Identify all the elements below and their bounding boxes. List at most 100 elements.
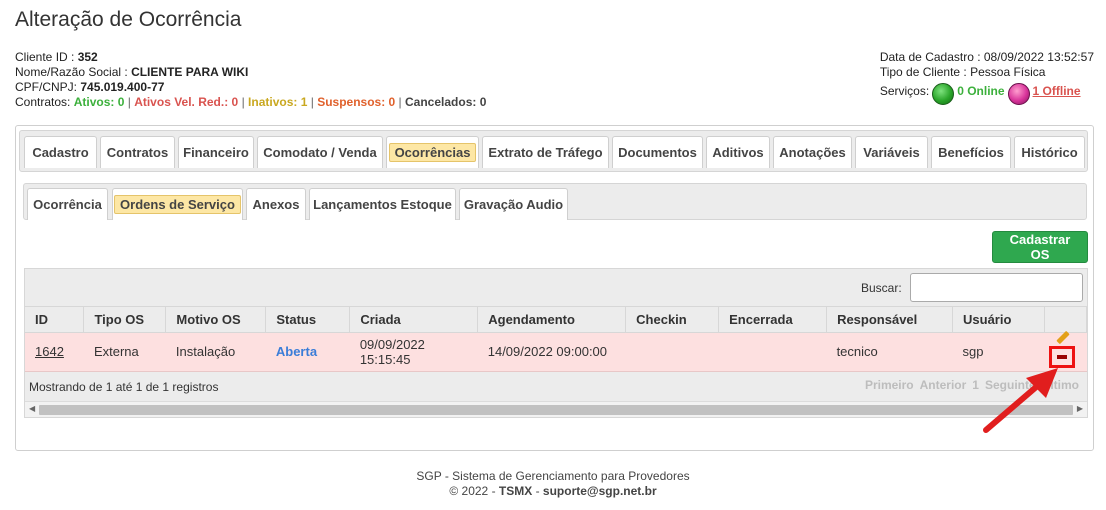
cadastrar-os-button[interactable]: Cadastrar OS [992, 231, 1088, 263]
client-name-value: CLIENTE PARA WIKI [131, 65, 249, 79]
tab-beneficios[interactable]: Benefícios [931, 136, 1011, 168]
tab-label: Cadastro [32, 145, 89, 160]
cell-usuario: sgp [952, 332, 1045, 372]
tab-label: Benefícios [938, 145, 1004, 160]
minus-icon [1057, 354, 1068, 359]
contracts-cancelados: Cancelados: 0 [405, 95, 487, 109]
client-id-value: 352 [77, 50, 98, 64]
status-badge: Aberta [275, 344, 318, 359]
contracts-row: Contratos: Ativos: 0 | Ativos Vel. Red.:… [15, 95, 486, 110]
cell-encerrada [718, 332, 827, 372]
os-id-link[interactable]: 1642 [35, 344, 64, 359]
cell-status: Aberta [265, 332, 350, 372]
subtab-label: Lançamentos Estoque [313, 197, 452, 212]
contracts-suspensos: Suspensos: 0 [317, 95, 396, 109]
services-offline-link[interactable]: 1 Offline [1033, 84, 1081, 99]
page-title: Alteração de Ocorrência [15, 8, 242, 31]
tab-documentos[interactable]: Documentos [612, 136, 703, 168]
tab-variaveis[interactable]: Variáveis [855, 136, 928, 168]
tab-aditivos[interactable]: Aditivos [706, 136, 770, 168]
col-header-agendamento[interactable]: Agendamento [477, 307, 627, 333]
footer-system-name: SGP - Sistema de Gerenciamento para Prov… [416, 469, 690, 483]
footer-email[interactable]: suporte@sgp.net.br [543, 484, 657, 498]
online-status-icon [932, 83, 955, 105]
tab-contratos[interactable]: Contratos [100, 136, 175, 168]
separator: | [307, 95, 318, 109]
pager-page-1[interactable]: 1 [972, 378, 979, 392]
contracts-ativos: Ativos: 0 [73, 95, 125, 109]
tab-label: Histórico [1021, 145, 1078, 160]
delete-button[interactable] [1049, 345, 1076, 368]
col-header-criada[interactable]: Criada [349, 307, 479, 333]
tab-extrato-trafego[interactable]: Extrato de Tráfego [482, 136, 609, 168]
contracts-ativos-vel: Ativos Vel. Red.: 0 [134, 95, 239, 109]
tab-label: Comodato / Venda [263, 145, 377, 160]
subtab-ordens-servico[interactable]: Ordens de Serviço [112, 188, 243, 220]
col-header-actions [1044, 307, 1088, 333]
tab-anotacoes[interactable]: Anotações [773, 136, 852, 168]
search-input[interactable] [910, 273, 1083, 302]
tipo-cliente: Tipo de Cliente : Pessoa Física [879, 65, 1046, 79]
contracts-label: Contratos: [15, 95, 74, 109]
cell-id: 1642 [25, 332, 84, 372]
col-header-usuario[interactable]: Usuário [952, 307, 1045, 333]
tab-label: Aditivos [712, 145, 764, 160]
client-id-row: Cliente ID : 352 [15, 50, 486, 65]
pager-next[interactable]: Seguinte [985, 378, 1036, 392]
tab-comodato-venda[interactable]: Comodato / Venda [257, 136, 383, 168]
services-row: Serviços: 0 Online 1 Offline [880, 80, 1094, 105]
separator: | [395, 95, 406, 109]
cell-agendamento: 14/09/2022 09:00:00 [477, 332, 626, 372]
col-header-encerrada[interactable]: Encerrada [718, 307, 828, 333]
sub-tabs: Ocorrência Ordens de Serviço Anexos Lanç… [23, 183, 1087, 220]
separator: | [124, 95, 135, 109]
subtab-gravacao-audio[interactable]: Gravação Audio [459, 188, 568, 220]
client-name-row: Nome/Razão Social : CLIENTE PARA WIKI [15, 65, 486, 80]
row-actions [1044, 330, 1086, 371]
client-info: Cliente ID : 352 Nome/Razão Social : CLI… [15, 50, 486, 110]
tab-financeiro[interactable]: Financeiro [178, 136, 254, 168]
tab-historico[interactable]: Histórico [1014, 136, 1085, 168]
col-header-motivo-os[interactable]: Motivo OS [165, 307, 267, 333]
cell-motivo: Instalação [165, 332, 266, 372]
table-row: 1642 Externa Instalação Aberta 09/09/202… [25, 330, 1087, 372]
scroll-right-arrow-icon[interactable]: ▶ [1077, 404, 1083, 413]
cell-responsavel: tecnico [826, 332, 953, 372]
pager-prev[interactable]: Anterior [920, 378, 967, 392]
scroll-thumb[interactable] [39, 405, 1073, 415]
client-cpf-row: CPF/CNPJ: 745.019.400-77 [15, 80, 486, 95]
tab-label: Documentos [618, 145, 697, 160]
pager-first[interactable]: Primeiro [865, 378, 914, 392]
services-online: 0 Online [957, 83, 1005, 98]
client-info-right: Data de Cadastro : 08/09/2022 13:52:57 T… [879, 50, 1094, 105]
subtab-anexos[interactable]: Anexos [246, 188, 306, 220]
offline-status-icon [1007, 83, 1030, 105]
cell-checkin [625, 332, 719, 372]
edit-pencil-icon[interactable] [1056, 330, 1071, 344]
subtab-ocorrencia[interactable]: Ocorrência [27, 188, 108, 220]
subtab-lancamentos-estoque[interactable]: Lançamentos Estoque [309, 188, 456, 220]
records-info: Mostrando de 1 até 1 de 1 registros [29, 380, 219, 394]
tab-cadastro[interactable]: Cadastro [24, 136, 97, 168]
os-table-wrapper: Buscar: ID Tipo OS Motivo OS Status Cria… [24, 268, 1088, 418]
cell-tipo: Externa [83, 332, 166, 372]
tab-label: Variáveis [863, 145, 920, 160]
subtab-label-active: Ordens de Serviço [114, 195, 241, 214]
main-tabs: Cadastro Contratos Financeiro Comodato /… [19, 130, 1088, 172]
search-label: Buscar: [861, 281, 902, 295]
horizontal-scrollbar[interactable]: ◀ ▶ [25, 401, 1087, 417]
scroll-left-arrow-icon[interactable]: ◀ [29, 404, 35, 413]
search-bar: Buscar: [25, 269, 1087, 307]
tab-label-active: Ocorrências [388, 143, 477, 162]
tab-label: Contratos [106, 145, 169, 160]
separator: | [238, 95, 249, 109]
col-header-status[interactable]: Status [265, 307, 351, 333]
col-header-checkin[interactable]: Checkin [625, 307, 720, 333]
col-header-id[interactable]: ID [25, 307, 85, 333]
pager-last[interactable]: Último [1042, 378, 1079, 392]
table-header-row: ID Tipo OS Motivo OS Status Criada Agend… [25, 307, 1088, 333]
tab-ocorrencias[interactable]: Ocorrências [386, 136, 479, 168]
col-header-responsavel[interactable]: Responsável [826, 307, 954, 333]
col-header-tipo-os[interactable]: Tipo OS [83, 307, 167, 333]
cell-criada: 09/09/2022 15:15:45 [349, 332, 478, 372]
